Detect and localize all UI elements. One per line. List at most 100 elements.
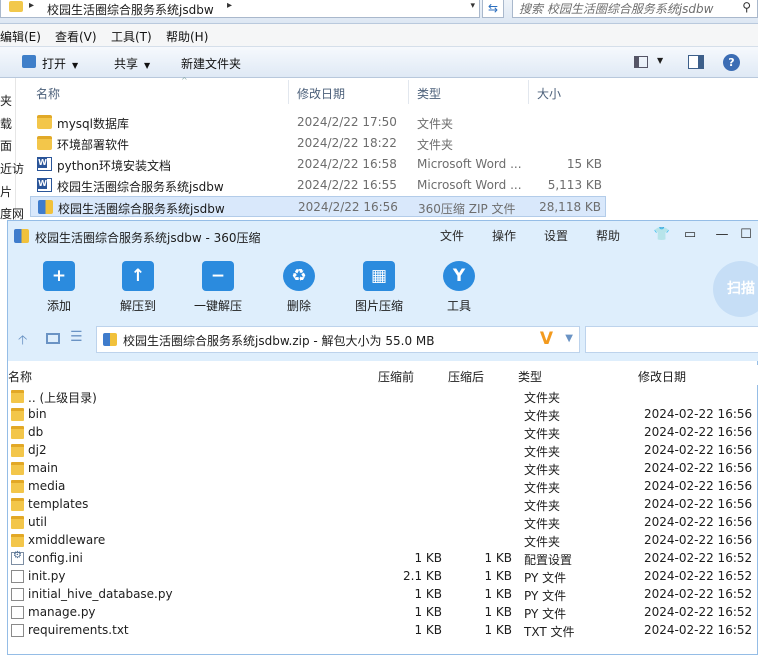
entry-name: main (28, 461, 58, 475)
zip-row[interactable]: templates 文件夹 2024-02-22 16:56 (8, 496, 758, 514)
menu-operate[interactable]: 操作 (492, 227, 516, 244)
column-divider[interactable] (528, 80, 529, 104)
menu-file[interactable]: 文件 (440, 227, 464, 244)
view-options-icon[interactable] (634, 56, 648, 68)
zip-row[interactable]: config.ini 1 KB 1 KB 配置设置 2024-02-22 16:52 (8, 550, 758, 568)
feedback-icon[interactable]: ▭ (680, 225, 700, 245)
column-type[interactable]: 类型 (417, 85, 441, 102)
explorer-path-box[interactable]: ▸ 校园生活圈综合服务系统jsdbw ▸ ▾ (0, 0, 480, 18)
menu-help[interactable]: 帮助 (596, 227, 620, 244)
share-button[interactable]: 共享 ▼ (114, 55, 150, 72)
nav-item[interactable]: 面 (0, 137, 12, 154)
folder-icon (11, 498, 24, 511)
column-compressed-after[interactable]: 压缩后 (448, 368, 484, 385)
scan-button[interactable]: 扫描 (713, 261, 758, 317)
menu-tools[interactable]: 工具(T) (111, 28, 152, 45)
column-divider[interactable] (288, 80, 289, 104)
column-type[interactable]: 类型 (518, 368, 542, 385)
zip-search-input[interactable] (585, 326, 758, 353)
entry-date: 2024-02-22 16:56 (644, 479, 753, 493)
zip-row[interactable]: .. (上级目录) 文件夹 (8, 388, 758, 406)
entry-date: 2024-02-22 16:56 (644, 425, 753, 439)
nav-item[interactable]: 近访 (0, 160, 24, 177)
zip-row[interactable]: media 文件夹 2024-02-22 16:56 (8, 478, 758, 496)
chevron-down-icon: ▼ (144, 61, 151, 70)
chevron-right-icon[interactable]: ▸ (227, 0, 232, 11)
zip-row[interactable]: db 文件夹 2024-02-22 16:56 (8, 424, 758, 442)
nav-item[interactable]: 载 (0, 115, 12, 132)
extract-to-button[interactable]: ↑ 解压到 (103, 259, 173, 317)
tools-icon: Y (443, 261, 475, 291)
thumbnail-view-icon[interactable] (46, 333, 60, 344)
help-icon[interactable]: ? (723, 54, 740, 71)
search-icon[interactable]: ⚲ (742, 0, 751, 14)
file-row[interactable]: 校园生活圈综合服务系统jsdbw 2024/2/22 16:55 Microsoft… (30, 175, 606, 196)
add-button[interactable]: + 添加 (24, 259, 94, 317)
zip-row[interactable]: init.py 2.1 KB 1 KB PY 文件 2024-02-22 16:52 (8, 568, 758, 586)
explorer-nav-pane: 夹 载 面 近访 片 度网 (0, 78, 24, 228)
entry-date: 2024-02-22 16:56 (644, 443, 753, 457)
entry-date: 2024-02-22 16:56 (644, 461, 753, 475)
zip-row[interactable]: requirements.txt 1 KB 1 KB TXT 文件 2024-02-22… (8, 622, 758, 640)
folder-icon (11, 516, 24, 529)
zip-toolbar: + 添加 ↑ 解压到 − 一键解压 ♻ 删除 ▦ 图片压缩 Y 工具 扫描 (8, 251, 758, 319)
delete-button[interactable]: ♻ 删除 (264, 259, 334, 317)
file-name: mysql数据库 (57, 117, 129, 131)
column-divider[interactable] (408, 80, 409, 104)
menu-edit[interactable]: 编辑(E) (0, 28, 41, 45)
chevron-down-icon[interactable]: ▼ (565, 333, 573, 344)
file-row[interactable]: python环境安装文档 2024/2/22 16:58 Microsoft Wor… (30, 154, 606, 175)
entry-name: initial_hive_database.py (28, 587, 173, 601)
nav-item[interactable]: 夹 (0, 92, 12, 109)
menu-view[interactable]: 查看(V) (55, 28, 97, 45)
chevron-down-icon[interactable]: ▼ (657, 56, 663, 65)
menu-settings[interactable]: 设置 (544, 227, 568, 244)
entry-name: dj2 (28, 443, 47, 457)
zip-row[interactable]: manage.py 1 KB 1 KB PY 文件 2024-02-22 16:52 (8, 604, 758, 622)
entry-name: .. (上级目录) (28, 391, 97, 405)
column-size[interactable]: 大小 (537, 85, 561, 102)
zip-path-box[interactable]: 校园生活圈综合服务系统jsdbw.zip - 解包大小为 55.0 MB V ▼ (96, 326, 580, 353)
entry-name: db (28, 425, 44, 439)
file-row[interactable]: 校园生活圈综合服务系统jsdbw 2024/2/22 16:56 360压缩 ZIP… (30, 196, 606, 217)
explorer-search-input[interactable]: 搜索 校园生活圈综合服务系统jsdbw ⚲ (512, 0, 758, 18)
zip-row[interactable]: util 文件夹 2024-02-22 16:56 (8, 514, 758, 532)
skin-icon[interactable]: 👕 (652, 225, 672, 245)
file-row[interactable]: 环境部署软件 2024/2/22 18:22 文件夹 (30, 133, 606, 154)
extract-to-icon: ↑ (122, 261, 154, 291)
tools-label: 工具 (446, 299, 471, 313)
v-logo-icon[interactable]: V (540, 329, 553, 349)
nav-item[interactable]: 片 (0, 183, 12, 200)
open-button[interactable]: 打开 ▼ (42, 55, 78, 72)
column-date[interactable]: 修改日期 (297, 85, 345, 102)
image-compress-button[interactable]: ▦ 图片压缩 (344, 259, 414, 317)
zip-row[interactable]: xmiddleware 文件夹 2024-02-22 16:56 (8, 532, 758, 550)
entry-type: PY 文件 (524, 607, 567, 621)
tools-button[interactable]: Y 工具 (424, 259, 494, 317)
up-arrow-icon[interactable]: 🡡 (18, 331, 27, 353)
delete-label: 删除 (286, 299, 311, 313)
new-folder-button[interactable]: 新建文件夹 (181, 55, 241, 72)
entry-date: 2024-02-22 16:52 (644, 605, 753, 619)
minimize-icon[interactable]: — (712, 225, 732, 245)
preview-pane-icon[interactable] (688, 55, 704, 69)
maximize-icon[interactable]: ☐ (736, 225, 756, 245)
list-view-icon[interactable]: ☰ (70, 329, 83, 345)
zip-row[interactable]: initial_hive_database.py 1 KB 1 KB PY 文件 202… (8, 586, 758, 604)
entry-type: PY 文件 (524, 589, 567, 603)
file-row[interactable]: mysql数据库 2024/2/22 17:50 文件夹 (30, 112, 606, 133)
file-size: 5,113 KB (547, 178, 602, 192)
zip-row[interactable]: dj2 文件夹 2024-02-22 16:56 (8, 442, 758, 460)
zip-row[interactable]: bin 文件夹 2024-02-22 16:56 (8, 406, 758, 424)
column-name[interactable]: 名称 (8, 368, 32, 385)
column-modified[interactable]: 修改日期 (638, 368, 686, 385)
chevron-down-icon[interactable]: ▾ (470, 1, 475, 11)
menu-help[interactable]: 帮助(H) (166, 28, 208, 45)
zip-row[interactable]: main 文件夹 2024-02-22 16:56 (8, 460, 758, 478)
explorer-address-bar: ▸ 校园生活圈综合服务系统jsdbw ▸ ▾ ⇆ 搜索 校园生活圈综合服务系统j… (0, 0, 758, 24)
column-name[interactable]: 名称 (36, 85, 60, 102)
column-compressed-before[interactable]: 压缩前 (378, 368, 414, 385)
one-click-extract-button[interactable]: − 一键解压 (183, 259, 253, 317)
refresh-button[interactable]: ⇆ (482, 0, 504, 18)
entry-name: xmiddleware (28, 533, 106, 547)
